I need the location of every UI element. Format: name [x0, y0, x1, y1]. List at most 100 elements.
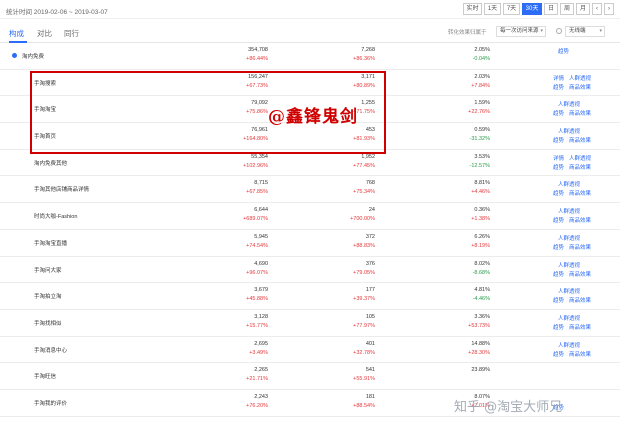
- source-name: 手淘淘宝直播: [34, 240, 68, 247]
- product-effect-link[interactable]: 商品效果: [569, 245, 591, 251]
- product-effect-link[interactable]: 商品效果: [569, 138, 591, 144]
- table-row: 手淘首页 76,961 +164.80% 453 +81.93% 0.59% -31.32%…: [0, 123, 620, 150]
- trend-link[interactable]: 趋势: [553, 218, 564, 224]
- row-actions-top: 人群透视: [553, 234, 585, 242]
- range-1day-button[interactable]: 1天: [484, 3, 501, 15]
- product-effect-link[interactable]: 商品效果: [569, 272, 591, 278]
- visitors-value: 2,265: [254, 367, 268, 374]
- buyers-change: +80.89%: [353, 82, 375, 89]
- source-name: 淘内免费: [22, 54, 45, 60]
- product-effect-link[interactable]: 商品效果: [569, 325, 591, 331]
- visitors-change: +96.07%: [246, 269, 268, 276]
- row-actions-bottom: 趋势 商品效果: [553, 136, 596, 144]
- author-watermark: @鑫锋鬼剑: [268, 107, 358, 127]
- trend-link[interactable]: 趋势: [553, 85, 564, 91]
- tab-compare[interactable]: 对比: [37, 28, 52, 39]
- table-row: 手淘问大家 4,690 +96.07% 376 +79.05% 8.02% -8.68% 人群…: [0, 257, 620, 284]
- audience-link[interactable]: 人群透视: [558, 102, 580, 108]
- row-actions-top: 人群透视: [553, 287, 585, 295]
- buyers-value: 7,268: [361, 47, 375, 53]
- range-30day-button[interactable]: 30天: [522, 3, 542, 15]
- audience-link[interactable]: 人群透视: [558, 343, 580, 349]
- audience-link[interactable]: 人群透视: [558, 263, 580, 269]
- device-select[interactable]: 无线端 ▾: [565, 26, 605, 37]
- product-effect-link[interactable]: 商品效果: [569, 111, 591, 117]
- audience-link[interactable]: 人群透视: [558, 209, 580, 215]
- details-link[interactable]: 详情: [553, 76, 564, 82]
- audience-link[interactable]: 人群透视: [569, 156, 591, 162]
- range-realtime-button[interactable]: 实时: [463, 3, 482, 15]
- buyers-value: 181: [365, 393, 375, 400]
- buyers-value: 376: [365, 260, 375, 267]
- visitors-value: 76,961: [251, 127, 268, 134]
- conversion-value: 3.53%: [474, 153, 490, 160]
- conversion-value: 2.03%: [474, 73, 490, 80]
- buyers-change: +75.34%: [353, 189, 375, 196]
- conversion-change: -12.57%: [469, 162, 491, 169]
- range-day-button[interactable]: 日: [544, 3, 558, 15]
- buyers-change: +88.54%: [353, 402, 375, 409]
- row-actions-bottom: 趋势 商品效果: [553, 216, 596, 224]
- chevron-down-icon: ▾: [540, 28, 543, 34]
- row-actions-bottom: 趋势 商品效果: [553, 109, 596, 117]
- convert-attribution-label: 转化效果归属于: [448, 30, 487, 36]
- visitors-change: +76.20%: [246, 402, 268, 409]
- trend-link[interactable]: 趋势: [553, 191, 564, 197]
- visitors-value: 354,708: [248, 47, 268, 53]
- audience-link[interactable]: 人群透视: [558, 289, 580, 295]
- visitors-value: 3,128: [254, 313, 268, 320]
- source-name: 手淘首页: [34, 134, 57, 141]
- product-effect-link[interactable]: 商品效果: [569, 85, 591, 91]
- visitors-value: 156,247: [248, 73, 268, 80]
- trend-link[interactable]: 趋势: [553, 111, 564, 117]
- product-effect-link[interactable]: 商品效果: [569, 165, 591, 171]
- row-actions-top: 人群透视: [553, 180, 585, 188]
- range-week-button[interactable]: 周: [560, 3, 574, 15]
- audience-link[interactable]: 人群透视: [569, 76, 591, 82]
- row-actions-top: 人群透视: [553, 314, 585, 322]
- row-actions-top: 详情 人群透视: [553, 154, 596, 162]
- product-effect-link[interactable]: 商品效果: [569, 352, 591, 358]
- prev-arrow-icon[interactable]: ‹: [592, 3, 602, 15]
- audience-link[interactable]: 人群透视: [558, 236, 580, 242]
- trend-link[interactable]: 趋势: [553, 298, 564, 304]
- audience-link[interactable]: 人群透视: [558, 316, 580, 322]
- details-link[interactable]: 详情: [553, 156, 564, 162]
- audience-link[interactable]: 人群透视: [558, 182, 580, 188]
- visitors-change: +15.77%: [246, 322, 268, 329]
- expand-dot-icon[interactable]: [12, 53, 17, 58]
- next-arrow-icon[interactable]: ›: [604, 3, 614, 15]
- tab-peers[interactable]: 同行: [64, 28, 79, 39]
- row-actions-bottom: [553, 56, 563, 62]
- visitors-value: 79,092: [251, 100, 268, 107]
- convert-attribution-select[interactable]: 每一次访问来源 ▾: [496, 26, 546, 37]
- product-effect-link[interactable]: 商品效果: [569, 298, 591, 304]
- range-month-button[interactable]: 月: [576, 3, 590, 15]
- product-effect-link[interactable]: 商品效果: [569, 218, 591, 224]
- table-row: 手淘消息中心 2,695 +3.49% 401 +32.78% 14.88% +28.30%…: [0, 337, 620, 364]
- audience-link[interactable]: 人群透视: [558, 129, 580, 135]
- trend-link[interactable]: 趋势: [553, 325, 564, 331]
- radio-icon[interactable]: [556, 28, 562, 34]
- trend-link[interactable]: 趋势: [553, 352, 564, 358]
- audience-link[interactable]: 趋势: [558, 49, 569, 55]
- trend-link[interactable]: 趋势: [553, 245, 564, 251]
- conversion-change: -4.46%: [472, 296, 490, 303]
- product-effect-link[interactable]: 商品效果: [569, 191, 591, 197]
- trend-link[interactable]: 趋势: [553, 138, 564, 144]
- conversion-value: 8.02%: [474, 260, 490, 267]
- visitors-change: +67.85%: [246, 189, 268, 196]
- buyers-value: 541: [365, 367, 375, 374]
- conversion-value: 0.36%: [474, 207, 490, 214]
- buyers-change: +55.91%: [353, 376, 375, 383]
- row-actions-top: 人群透视: [553, 341, 585, 349]
- tab-composition[interactable]: 构成: [9, 28, 24, 39]
- range-7day-button[interactable]: 7天: [503, 3, 520, 15]
- top-bar: 统计时间 2019-02-06 ~ 2019-03-07 实时 1天 7天 30…: [0, 0, 620, 19]
- trend-link[interactable]: 趋势: [553, 165, 564, 171]
- visitors-change: +21.71%: [246, 376, 268, 383]
- trend-link[interactable]: 趋势: [553, 272, 564, 278]
- visitors-change: +75.86%: [246, 109, 268, 116]
- table-row: 手淘淘宝直播 5,945 +74.54% 372 +88.83% 6.26% +8.19% 人…: [0, 230, 620, 257]
- visitors-value: 4,690: [254, 260, 268, 267]
